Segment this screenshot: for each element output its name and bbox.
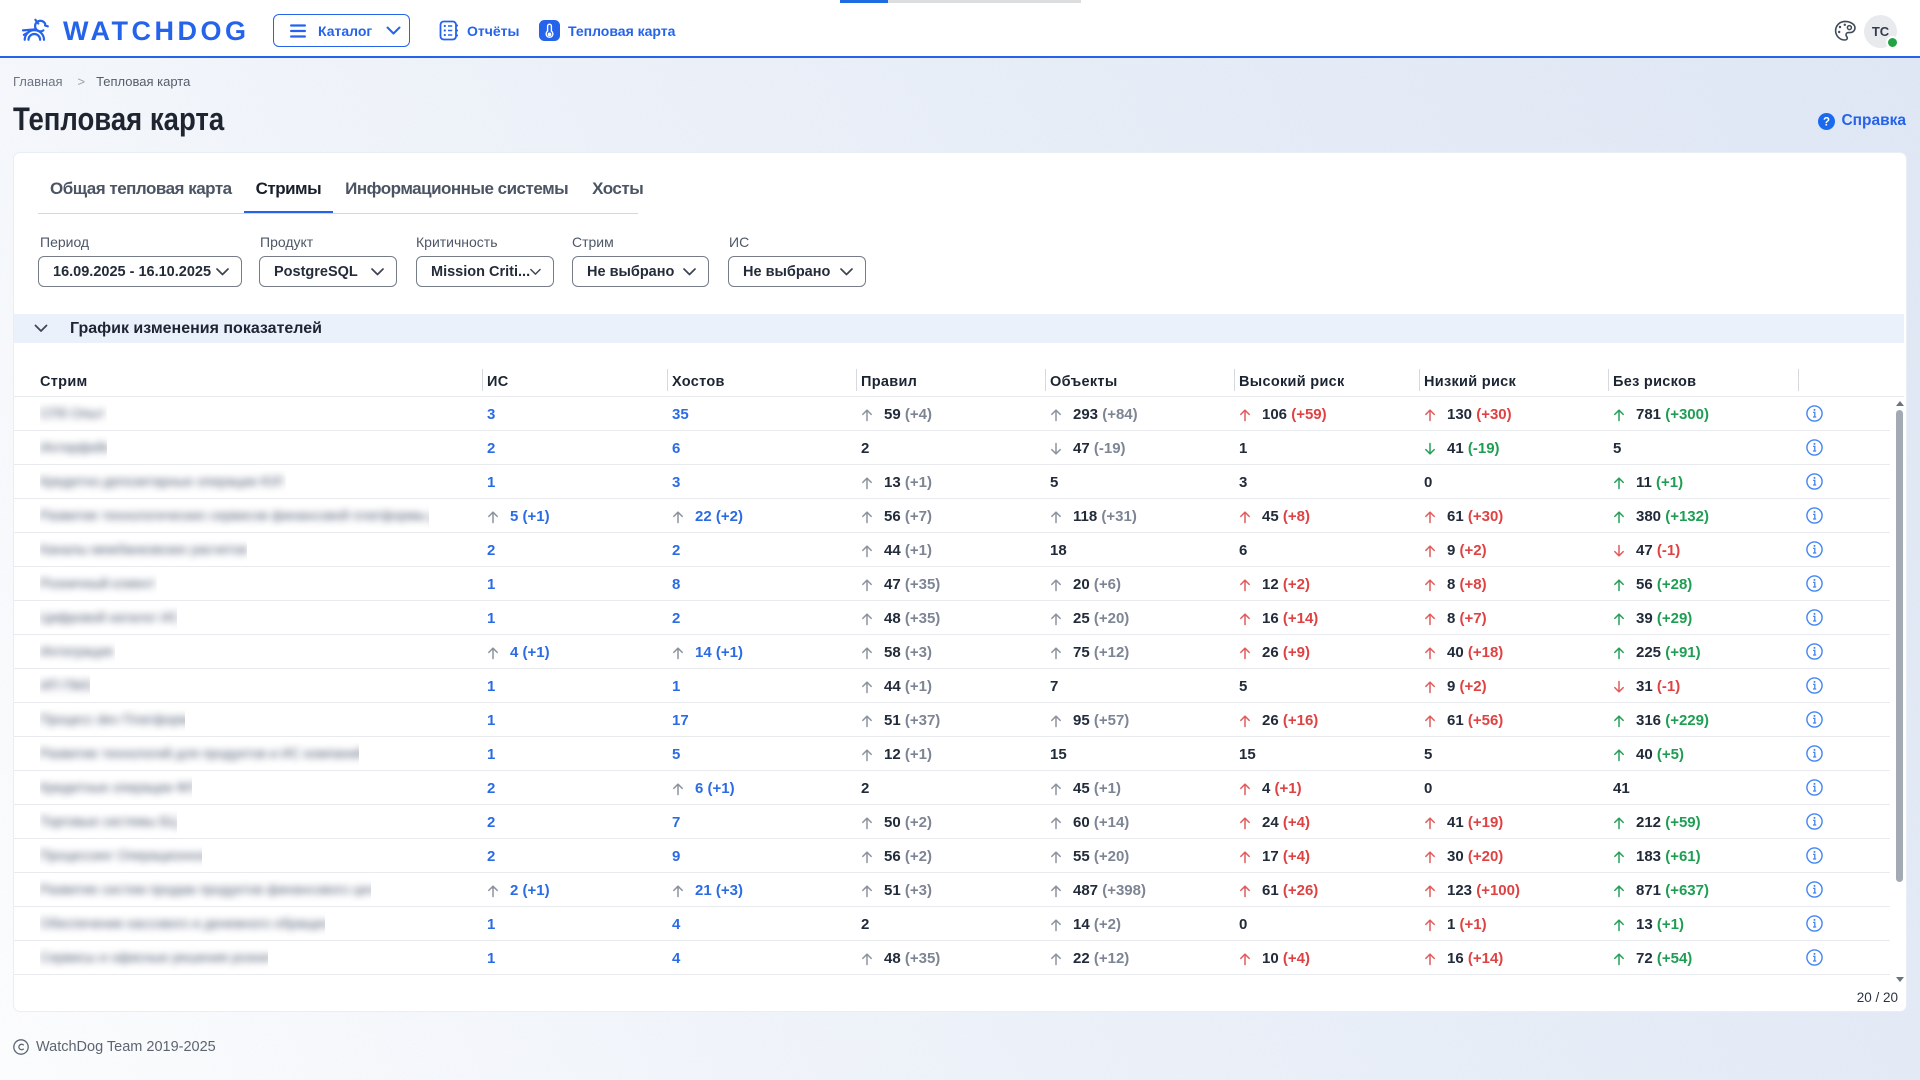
- svg-text:?: ?: [1823, 116, 1830, 128]
